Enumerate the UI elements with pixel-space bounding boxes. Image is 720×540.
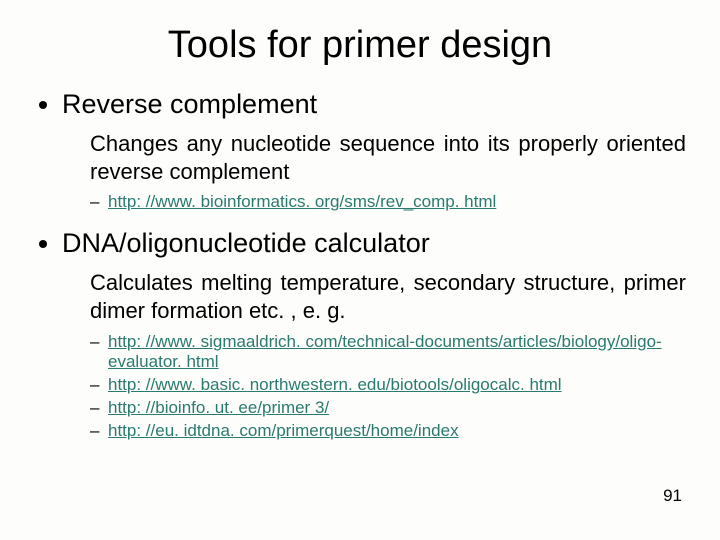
- link-list: http: //www. sigmaaldrich. com/technical…: [90, 332, 686, 441]
- link-item: http: //www. basic. northwestern. edu/bi…: [90, 375, 686, 395]
- bullet-heading: DNA/oligonucleotide calculator: [62, 228, 430, 258]
- link-item: http: //www. bioinformatics. org/sms/rev…: [90, 192, 686, 212]
- link-item: http: //eu. idtdna. com/primerquest/home…: [90, 421, 686, 441]
- link-item: http: //bioinfo. ut. ee/primer 3/: [90, 398, 686, 418]
- bullet-list: Reverse complement Changes any nucleotid…: [34, 89, 686, 441]
- slide: Tools for primer design Reverse compleme…: [0, 0, 720, 540]
- link[interactable]: http: //bioinfo. ut. ee/primer 3/: [108, 398, 329, 417]
- bullet-dna-calculator: DNA/oligonucleotide calculator Calculate…: [62, 228, 686, 440]
- link[interactable]: http: //www. bioinformatics. org/sms/rev…: [108, 192, 496, 211]
- link-list: http: //www. bioinformatics. org/sms/rev…: [90, 192, 686, 212]
- bullet-reverse-complement: Reverse complement Changes any nucleotid…: [62, 89, 686, 212]
- bullet-desc: Changes any nucleotide sequence into its…: [90, 130, 686, 186]
- bullet-desc: Calculates melting temperature, secondar…: [90, 269, 686, 325]
- slide-title: Tools for primer design: [34, 24, 686, 67]
- link-item: http: //www. sigmaaldrich. com/technical…: [90, 332, 686, 372]
- bullet-heading: Reverse complement: [62, 89, 317, 119]
- link[interactable]: http: //eu. idtdna. com/primerquest/home…: [108, 421, 459, 440]
- link[interactable]: http: //www. basic. northwestern. edu/bi…: [108, 375, 562, 394]
- link[interactable]: http: //www. sigmaaldrich. com/technical…: [108, 332, 662, 371]
- page-number: 91: [663, 486, 682, 506]
